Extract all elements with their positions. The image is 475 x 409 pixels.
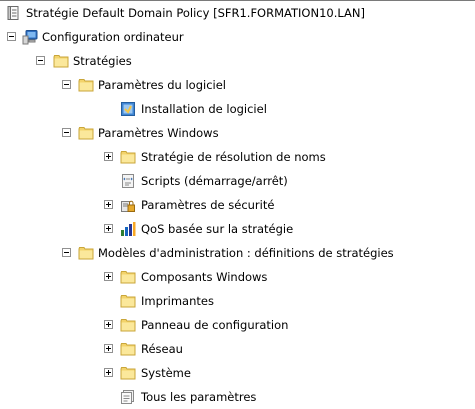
collapse-toggle[interactable] <box>62 80 71 89</box>
tree-node-label: Stratégies <box>73 54 132 68</box>
folder-icon <box>120 149 136 165</box>
all-settings-icon <box>120 389 136 405</box>
tree-node-label: Réseau <box>141 342 183 356</box>
tree-node-network[interactable]: Réseau <box>0 337 475 361</box>
tree-node-label: Paramètres de sécurité <box>141 198 275 212</box>
qos-chart-icon <box>120 221 136 237</box>
tree-node-qos-policy[interactable]: QoS basée sur la stratégie <box>0 217 475 241</box>
computer-icon <box>22 29 38 45</box>
tree-node-strategies[interactable]: Stratégies <box>0 49 475 73</box>
tree-node-windows-settings[interactable]: Paramètres Windows <box>0 121 475 145</box>
tree-node-name-resolution-policy[interactable]: Stratégie de résolution de noms <box>0 145 475 169</box>
collapse-toggle[interactable] <box>36 56 45 65</box>
tree-node-administrative-templates[interactable]: Modèles d'administration : définitions d… <box>0 241 475 265</box>
tree-node-printers[interactable]: Imprimantes <box>0 289 475 313</box>
folder-icon <box>120 317 136 333</box>
tree-node-system[interactable]: Système <box>0 361 475 385</box>
tree-node-label: Scripts (démarrage/arrêt) <box>141 174 288 188</box>
folder-icon <box>120 341 136 357</box>
tree-node-root-policy[interactable]: Stratégie Default Domain Policy [SFR1.FO… <box>0 1 475 25</box>
collapse-toggle[interactable] <box>7 32 16 41</box>
tree-node-software-installation[interactable]: Installation de logiciel <box>0 97 475 121</box>
script-icon <box>120 173 136 189</box>
expand-toggle[interactable] <box>104 152 113 161</box>
tree-node-computer-configuration[interactable]: Configuration ordinateur <box>0 25 475 49</box>
tree-node-label: Paramètres du logiciel <box>98 78 226 92</box>
tree-node-label: Stratégie de résolution de noms <box>141 150 326 164</box>
expand-toggle[interactable] <box>104 272 113 281</box>
tree-node-label: Installation de logiciel <box>141 102 267 116</box>
folder-icon <box>78 245 94 261</box>
tree-view-panel: Stratégie Default Domain Policy [SFR1.FO… <box>0 0 475 406</box>
tree-node-label: Modèles d'administration : définitions d… <box>98 246 394 260</box>
tree-node-label: Configuration ordinateur <box>42 30 184 44</box>
tree-node-windows-components[interactable]: Composants Windows <box>0 265 475 289</box>
tree-node-label: QoS basée sur la stratégie <box>141 222 294 236</box>
folder-icon <box>120 365 136 381</box>
tree-node-software-settings[interactable]: Paramètres du logiciel <box>0 73 475 97</box>
tree-node-label: Paramètres Windows <box>98 126 219 140</box>
expand-toggle[interactable] <box>104 368 113 377</box>
tree-node-security-settings[interactable]: Paramètres de sécurité <box>0 193 475 217</box>
expand-toggle[interactable] <box>104 344 113 353</box>
tree-node-label: Imprimantes <box>141 294 214 308</box>
folder-icon <box>78 77 94 93</box>
security-icon <box>120 197 136 213</box>
collapse-toggle[interactable] <box>62 248 71 257</box>
gpo-tree: Stratégie Default Domain Policy [SFR1.FO… <box>0 1 475 409</box>
tree-node-label: Composants Windows <box>141 270 268 284</box>
tree-node-scripts[interactable]: Scripts (démarrage/arrêt) <box>0 169 475 193</box>
expand-toggle[interactable] <box>104 224 113 233</box>
expand-toggle[interactable] <box>104 320 113 329</box>
tree-node-control-panel[interactable]: Panneau de configuration <box>0 313 475 337</box>
expand-toggle[interactable] <box>104 200 113 209</box>
tree-node-label: Panneau de configuration <box>141 318 289 332</box>
folder-icon <box>53 53 69 69</box>
collapse-toggle[interactable] <box>62 128 71 137</box>
software-install-icon <box>120 101 136 117</box>
tree-node-all-settings[interactable]: Tous les paramètres <box>0 385 475 409</box>
tree-node-label: Tous les paramètres <box>141 390 257 404</box>
tree-node-label: Système <box>141 366 191 380</box>
folder-icon <box>120 269 136 285</box>
tree-node-label: Stratégie Default Domain Policy [SFR1.FO… <box>26 6 365 20</box>
policy-document-icon <box>5 5 21 21</box>
folder-icon <box>120 293 136 309</box>
folder-icon <box>78 125 94 141</box>
